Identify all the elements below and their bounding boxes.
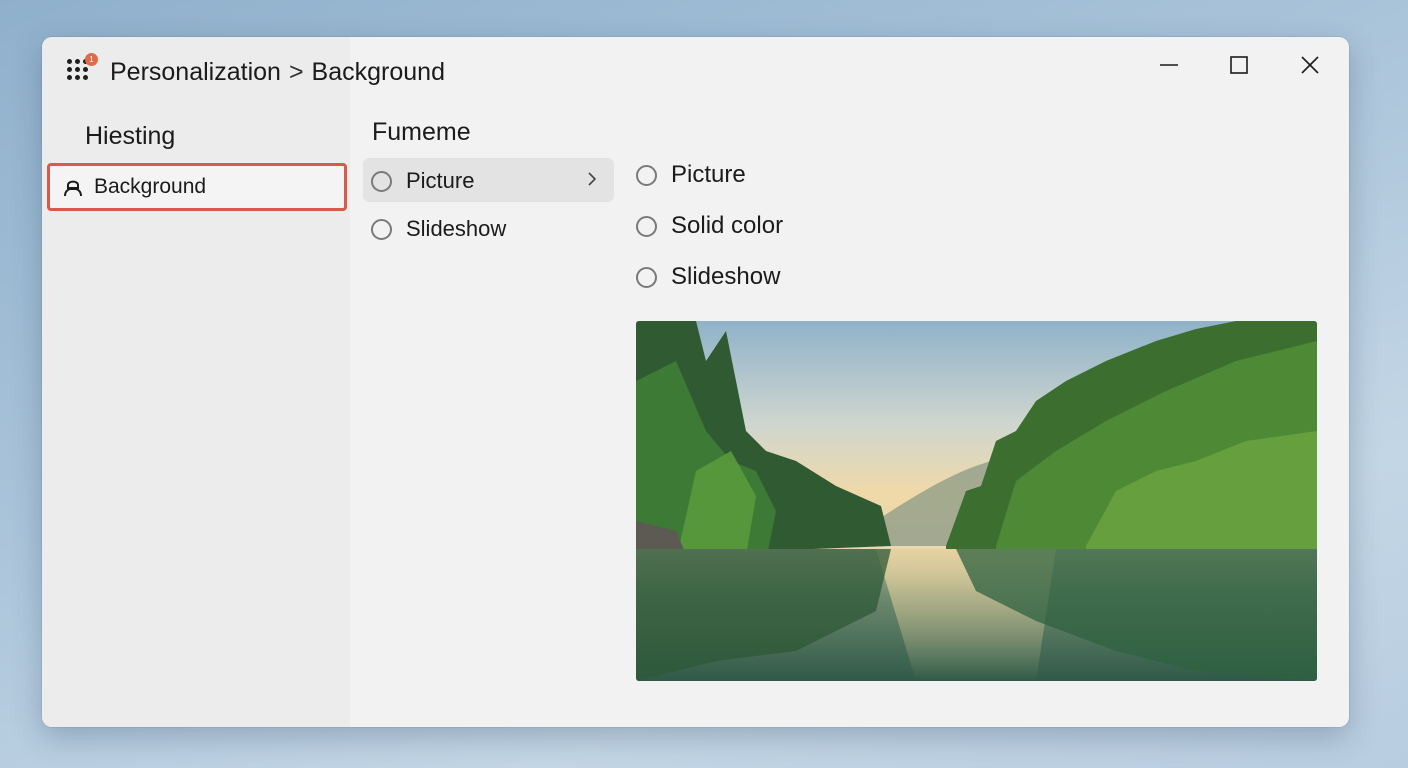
breadcrumb-current: Background: [311, 58, 445, 86]
minimize-icon: [1160, 64, 1178, 66]
radio-button[interactable]: [636, 164, 657, 186]
sidebar-item-label: Background: [94, 175, 207, 198]
option-label: Slideshow: [671, 263, 781, 290]
close-icon: [1301, 56, 1319, 74]
breadcrumb-separator: >: [288, 58, 304, 86]
option-label: Picture: [671, 161, 746, 188]
radio-button[interactable]: [371, 218, 392, 240]
notification-badge: 1: [85, 53, 98, 66]
option-label: Picture: [406, 168, 475, 193]
person-icon: [64, 180, 82, 197]
close-button[interactable]: [1280, 45, 1340, 85]
settings-window: 1 Personalization > Background Hiesting Ba…: [42, 37, 1349, 727]
option-picture[interactable]: Picture: [636, 161, 746, 189]
option-label: Slideshow: [406, 216, 507, 241]
option-picture[interactable]: Picture: [371, 168, 474, 194]
middle-heading: Fumeme: [372, 118, 471, 146]
option-slideshow[interactable]: Slideshow: [636, 263, 780, 291]
sidebar-item-background[interactable]: Background: [47, 163, 347, 211]
radio-button[interactable]: [371, 170, 392, 192]
radio-button[interactable]: [636, 266, 657, 288]
chevron-right-icon: [586, 170, 598, 193]
option-slideshow[interactable]: Slideshow: [371, 216, 506, 242]
sidebar-heading: Hiesting: [85, 122, 176, 150]
breadcrumb-section[interactable]: Personalization: [110, 58, 281, 86]
minimize-button[interactable]: [1139, 45, 1199, 85]
breadcrumb: Personalization > Background: [110, 58, 445, 87]
maximize-button[interactable]: [1209, 45, 1269, 85]
option-label: Solid color: [671, 212, 784, 239]
background-preview-image: [636, 321, 1317, 681]
maximize-icon: [1230, 56, 1248, 74]
option-solid-color[interactable]: Solid color: [636, 212, 783, 240]
radio-button[interactable]: [636, 215, 657, 237]
title-bar: 1 Personalization > Background: [42, 37, 1349, 109]
